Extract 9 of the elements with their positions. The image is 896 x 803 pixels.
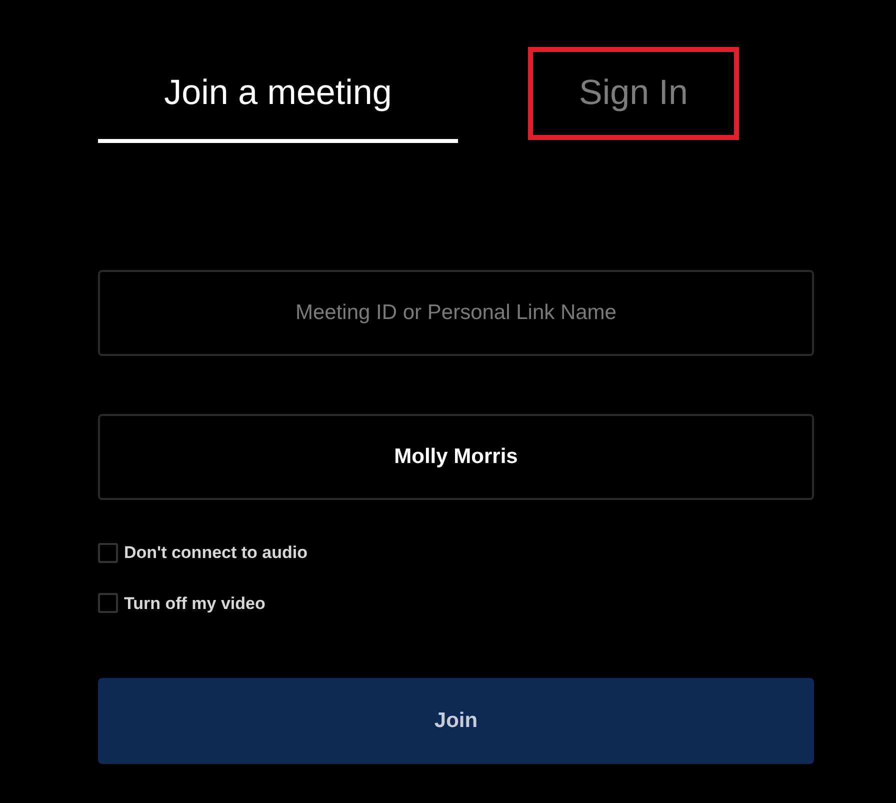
checkbox-label[interactable]: Turn off my video bbox=[124, 590, 266, 616]
checkbox[interactable] bbox=[98, 593, 118, 614]
checkbox[interactable] bbox=[98, 542, 118, 563]
tab[interactable]: Join a meeting bbox=[98, 47, 458, 143]
tab[interactable]: Sign In bbox=[528, 47, 739, 140]
meeting-id-field[interactable]: Meeting ID or Personal Link Name bbox=[98, 270, 814, 356]
join-button[interactable]: Join bbox=[98, 678, 814, 764]
name-field[interactable]: Molly Morris bbox=[98, 414, 814, 500]
checkbox-label[interactable]: Don't connect to audio bbox=[124, 540, 308, 566]
